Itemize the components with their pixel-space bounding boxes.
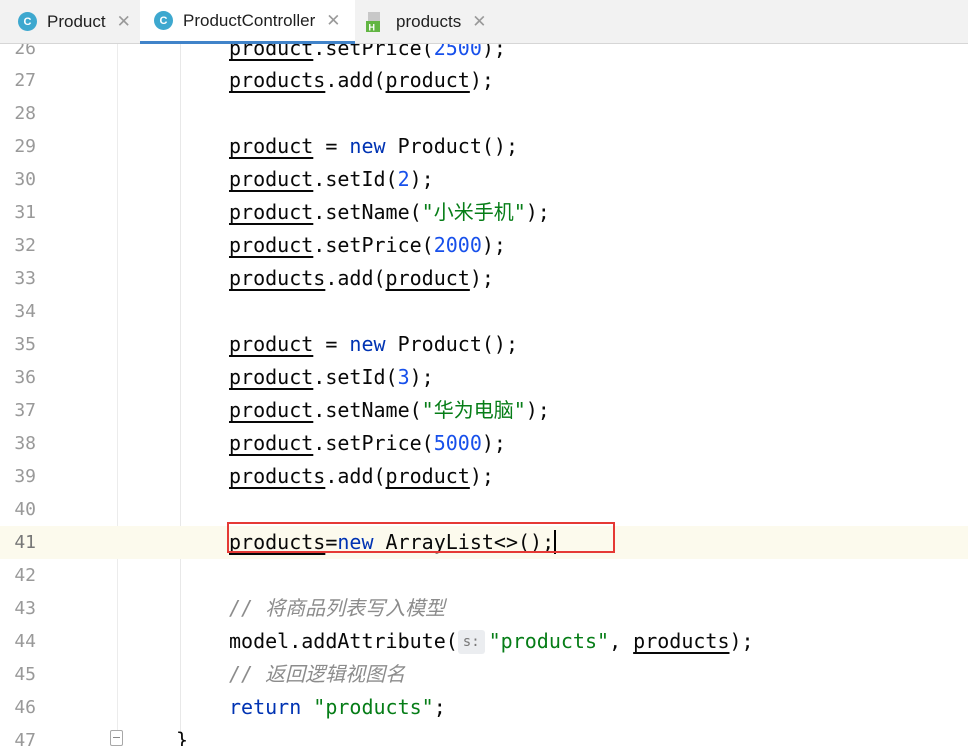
code-text: product.setPrice(2000); — [229, 233, 506, 257]
code-text: product.setId(3); — [229, 365, 434, 389]
line-number: 38 — [14, 433, 36, 454]
line-number: 26 — [14, 44, 36, 59]
code-line[interactable]: 30 product.setId(2); — [0, 163, 968, 196]
class-icon: C — [18, 12, 37, 31]
line-number: 41 — [14, 532, 36, 553]
code-line[interactable]: 34 — [0, 295, 968, 328]
code-text: return "products"; — [229, 695, 446, 719]
tab-label: ProductController — [183, 10, 316, 30]
line-number: 44 — [14, 631, 36, 652]
tab-product[interactable]: C Product ✕ — [18, 0, 131, 43]
line-number: 40 — [14, 499, 36, 520]
line-number: 35 — [14, 334, 36, 355]
tab-label: Product — [47, 11, 106, 31]
code-text: product.setName("华为电脑"); — [229, 398, 550, 422]
html-letter: H — [369, 22, 376, 32]
code-text: product.setId(2); — [229, 167, 434, 191]
code-line[interactable]: 39 products.add(product); — [0, 460, 968, 493]
code-line[interactable]: 35 product = new Product(); — [0, 328, 968, 361]
line-number: 43 — [14, 598, 36, 619]
line-number: 32 — [14, 235, 36, 256]
line-number: 29 — [14, 136, 36, 157]
code-text: product = new Product(); — [229, 332, 518, 356]
code-line[interactable]: 38 product.setPrice(5000); — [0, 427, 968, 460]
code-line[interactable]: 45 // 返回逻辑视图名 — [0, 658, 968, 691]
code-text: model.addAttribute(s: "products", product… — [229, 629, 754, 654]
code-editor[interactable]: 26 product.setPrice(2500); 27 products.a… — [0, 44, 968, 746]
close-icon[interactable]: ✕ — [326, 11, 340, 31]
code-text: product.setPrice(2500); — [229, 44, 506, 60]
code-text: product.setName("小米手机"); — [229, 200, 550, 224]
code-text: products.add(product); — [229, 266, 494, 290]
code-line[interactable]: 47 } — [0, 724, 968, 746]
line-number: 37 — [14, 400, 36, 421]
line-number: 28 — [14, 103, 36, 124]
line-number: 30 — [14, 169, 36, 190]
close-icon[interactable]: ✕ — [472, 12, 486, 32]
line-number: 42 — [14, 565, 36, 586]
code-line[interactable]: 43 // 将商品列表写入模型 — [0, 592, 968, 625]
line-number: 36 — [14, 367, 36, 388]
code-line[interactable]: 42 — [0, 559, 968, 592]
code-line[interactable]: 31 product.setName("小米手机"); — [0, 196, 968, 229]
code-text: product.setPrice(5000); — [229, 431, 506, 455]
line-number: 46 — [14, 697, 36, 718]
code-line[interactable]: 36 product.setId(3); — [0, 361, 968, 394]
tab-label: products — [396, 11, 462, 31]
highlight-annotation-box — [227, 522, 615, 553]
code-line[interactable]: 29 product = new Product(); — [0, 130, 968, 163]
tab-product-controller[interactable]: C ProductController ✕ — [140, 0, 355, 44]
code-line[interactable]: 33 products.add(product); — [0, 262, 968, 295]
line-number: 31 — [14, 202, 36, 223]
line-number: 33 — [14, 268, 36, 289]
parameter-hint: s: — [457, 630, 485, 654]
line-number: 45 — [14, 664, 36, 685]
code-text: products.add(product); — [229, 68, 494, 92]
code-line[interactable]: 46 return "products"; — [0, 691, 968, 724]
line-number: 27 — [14, 70, 36, 91]
code-comment: // 将商品列表写入模型 — [229, 596, 446, 620]
close-icon[interactable]: ✕ — [117, 12, 131, 32]
code-line[interactable]: 28 — [0, 97, 968, 130]
code-line[interactable]: 27 products.add(product); — [0, 64, 968, 97]
code-text: } — [176, 728, 189, 746]
line-number: 39 — [14, 466, 36, 487]
code-line[interactable]: 44 model.addAttribute(s: "products", prod… — [0, 625, 968, 658]
line-number: 34 — [14, 301, 36, 322]
code-line[interactable]: 26 product.setPrice(2500); — [0, 44, 968, 65]
code-text: product = new Product(); — [229, 134, 518, 158]
html-file-icon: H — [366, 11, 386, 33]
editor-tab-bar: C Product ✕ C ProductController ✕ H prod… — [0, 0, 968, 44]
fold-marker-icon[interactable] — [110, 730, 123, 746]
code-line[interactable]: 32 product.setPrice(2000); — [0, 229, 968, 262]
line-number: 47 — [14, 730, 36, 746]
tab-products-html[interactable]: H products ✕ — [366, 0, 486, 43]
code-line[interactable]: 37 product.setName("华为电脑"); — [0, 394, 968, 427]
code-comment: // 返回逻辑视图名 — [229, 662, 406, 686]
class-icon: C — [154, 11, 173, 30]
code-text: products.add(product); — [229, 464, 494, 488]
